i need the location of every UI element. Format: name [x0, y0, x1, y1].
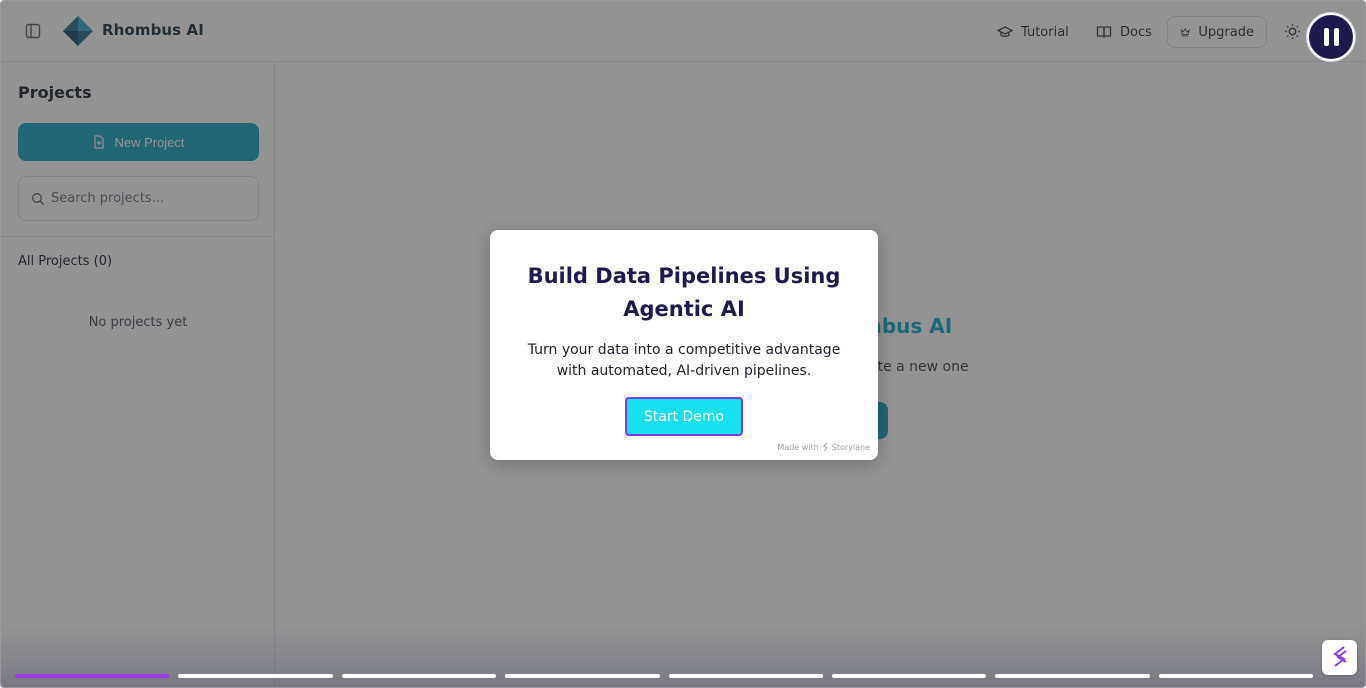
progress-segment[interactable]	[505, 674, 660, 678]
pause-button[interactable]	[1307, 13, 1355, 61]
demo-modal: Build Data Pipelines Using Agentic AI Tu…	[490, 230, 878, 460]
pause-icon	[1323, 28, 1329, 46]
demo-progress-bar	[15, 674, 1313, 679]
made-with-storylane[interactable]: Made with Storylane	[777, 442, 870, 452]
made-with-brand: Storylane	[831, 442, 870, 452]
progress-segment[interactable]	[178, 674, 333, 678]
progress-segment[interactable]	[668, 674, 823, 678]
progress-segment[interactable]	[831, 674, 987, 678]
storylane-icon	[1332, 645, 1347, 667]
storylane-logo-icon	[822, 442, 828, 452]
progress-segment[interactable]	[995, 674, 1150, 678]
modal-body: Turn your data into a competitive advant…	[527, 342, 841, 379]
app-frame: Rhombus AI Tutorial Docs Upgrade	[0, 0, 1366, 688]
made-with-prefix: Made with	[777, 442, 819, 452]
modal-title: Build Data Pipelines Using Agentic AI	[527, 264, 841, 321]
progress-segment[interactable]	[15, 674, 170, 678]
progress-segment[interactable]	[1158, 674, 1313, 678]
storylane-badge[interactable]	[1322, 640, 1357, 675]
progress-segment[interactable]	[341, 674, 497, 678]
start-demo-button[interactable]: Start Demo	[625, 397, 743, 436]
pause-icon-bar	[1333, 28, 1339, 46]
